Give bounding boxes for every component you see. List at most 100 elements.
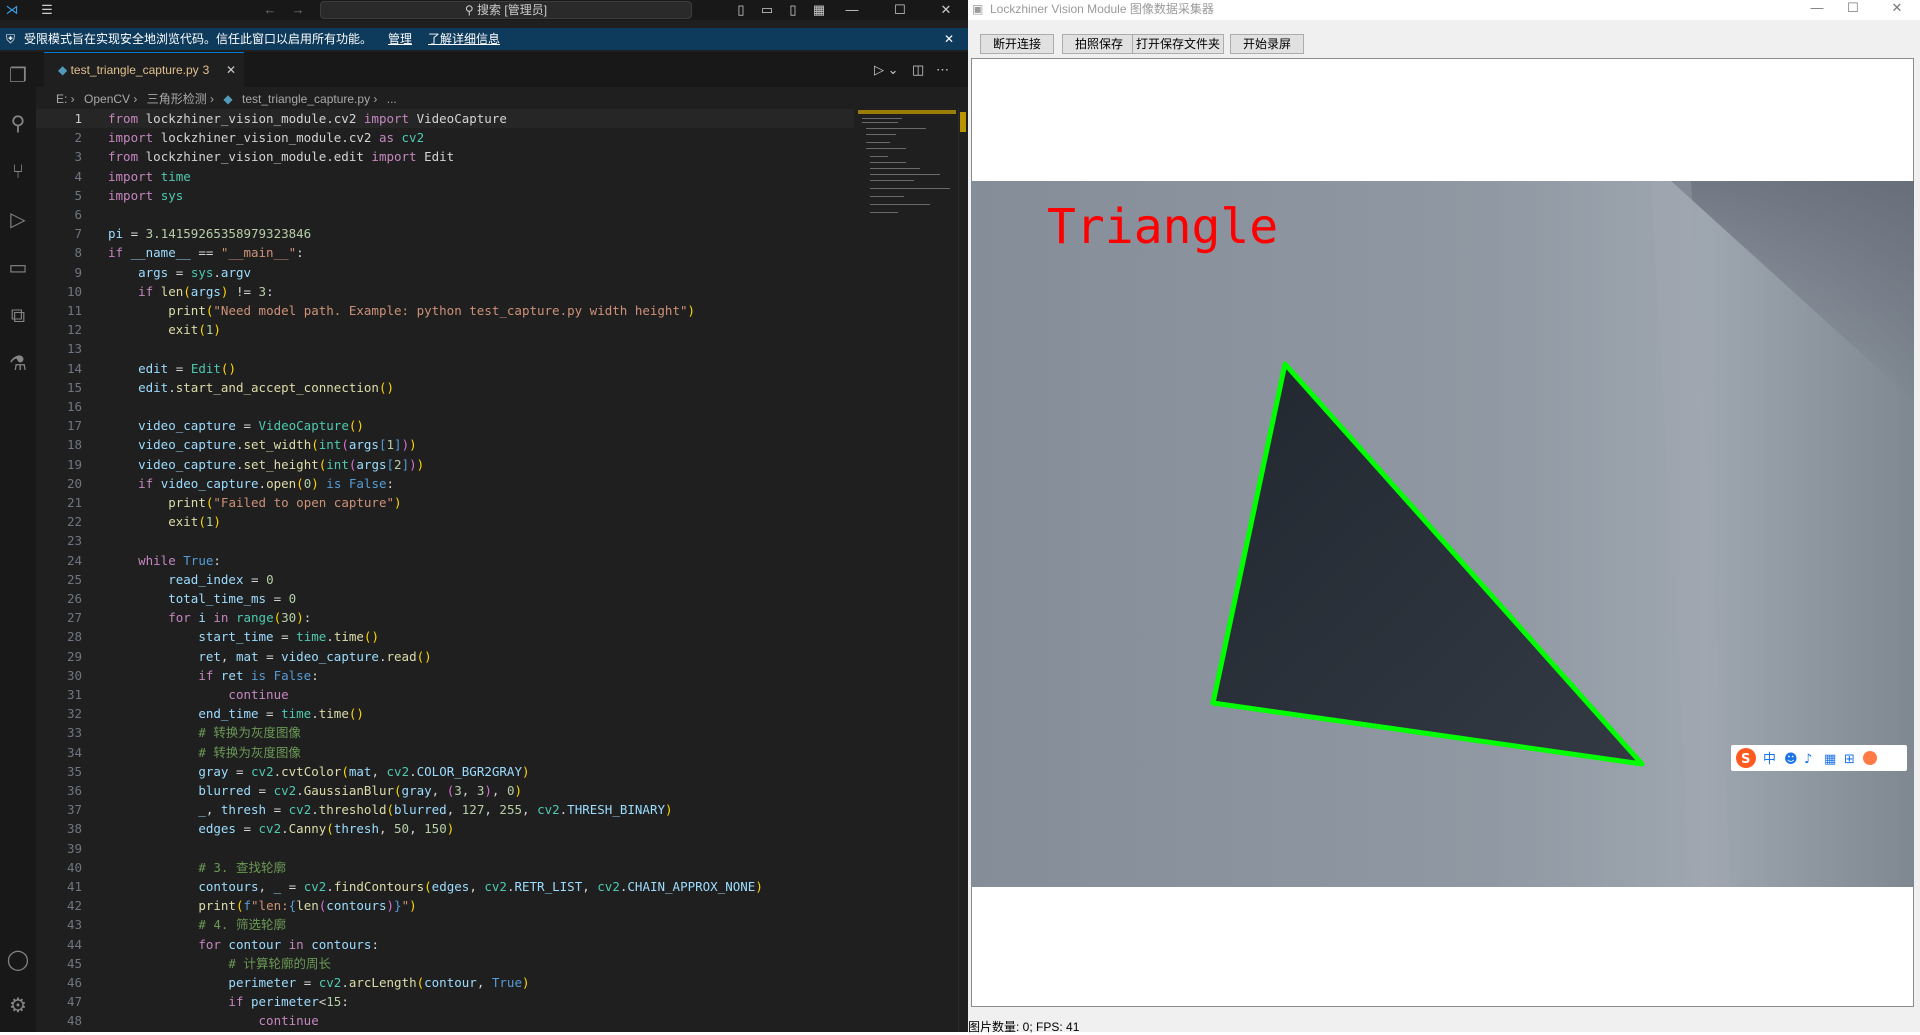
code-line[interactable]: 13 xyxy=(36,339,854,358)
settings-gear-icon[interactable]: ⚙ xyxy=(0,988,36,1024)
breadcrumb-drive[interactable]: E: › xyxy=(56,92,75,106)
run-python-icon[interactable]: ▷ ⌄ xyxy=(874,52,899,87)
toggle-panel-icon[interactable]: ▭ xyxy=(758,0,776,20)
code-line[interactable]: 33 # 转换为灰度图像 xyxy=(36,723,854,742)
breadcrumb-file[interactable]: test_triangle_capture.py › xyxy=(242,92,377,106)
banner-learn-more-link[interactable]: 了解详细信息 xyxy=(428,28,500,50)
ime-chinese-mode[interactable]: 中 xyxy=(1763,752,1776,767)
run-debug-icon[interactable]: ▷ xyxy=(0,202,36,238)
menu-icon[interactable]: ☰ xyxy=(36,0,58,20)
code-line[interactable]: 7 pi = 3.14159265358979323846 xyxy=(36,224,854,243)
code-line[interactable]: 20 if video_capture.open(0) is False: xyxy=(36,474,854,493)
tab-close-icon[interactable]: ✕ xyxy=(226,53,236,88)
code-line[interactable]: 45 # 计算轮廓的周长 xyxy=(36,954,854,973)
code-line[interactable]: 40 # 3. 查找轮廓 xyxy=(36,858,854,877)
extensions-icon[interactable]: ⧉ xyxy=(0,298,36,334)
app-close-icon[interactable]: ✕ xyxy=(1874,0,1920,20)
source-control-icon[interactable]: ⑂ xyxy=(0,154,36,190)
code-text: exit(1) xyxy=(168,322,221,338)
code-line[interactable]: 41 contours, _ = cv2.findContours(edges,… xyxy=(36,877,854,896)
app-maximize-icon[interactable]: ☐ xyxy=(1830,0,1876,20)
code-line[interactable]: 47 if perimeter<15: xyxy=(36,992,854,1011)
code-line[interactable]: 11 print("Need model path. Example: pyth… xyxy=(36,301,854,320)
code-line[interactable]: 17 video_capture = VideoCapture() xyxy=(36,416,854,435)
breadcrumb-opencv[interactable]: OpenCV › xyxy=(84,92,137,106)
code-line[interactable]: 34 # 转换为灰度图像 xyxy=(36,743,854,762)
customize-layout-icon[interactable]: ▦ xyxy=(810,0,828,20)
code-line[interactable]: 14 edit = Edit() xyxy=(36,359,854,378)
code-line[interactable]: 35 gray = cv2.cvtColor(mat, cv2.COLOR_BG… xyxy=(36,762,854,781)
ime-emoji-icon[interactable]: ☻ xyxy=(1784,752,1798,767)
code-editor[interactable]: 1 from lockzhiner_vision_module.cv2 impor… xyxy=(36,108,854,1032)
code-line[interactable]: 25 read_index = 0 xyxy=(36,570,854,589)
ime-toolbar[interactable]: S 中 ☻ ♪ ▦ ⊞ xyxy=(1731,745,1907,771)
toggle-sidebar-icon[interactable]: ▯ xyxy=(732,0,750,20)
code-line[interactable]: 1 from lockzhiner_vision_module.cv2 impor… xyxy=(36,109,854,128)
code-line[interactable]: 32 end_time = time.time() xyxy=(36,704,854,723)
code-line[interactable]: 24 while True: xyxy=(36,551,854,570)
code-line[interactable]: 9 args = sys.argv xyxy=(36,263,854,282)
code-line[interactable]: 38 edges = cv2.Canny(thresh, 50, 150) xyxy=(36,819,854,838)
code-line[interactable]: 44 for contour in contours: xyxy=(36,935,854,954)
search-view-icon[interactable]: ⚲ xyxy=(0,106,36,142)
code-line[interactable]: 43 # 4. 筛选轮廓 xyxy=(36,915,854,934)
code-line[interactable]: 18 video_capture.set_width(int(args[1])) xyxy=(36,435,854,454)
code-line[interactable]: 27 for i in range(30): xyxy=(36,608,854,627)
line-number: 23 xyxy=(66,533,82,549)
ime-keyboard-icon[interactable]: ▦ xyxy=(1824,752,1836,767)
ime-voice-icon[interactable]: ♪ xyxy=(1804,752,1812,767)
close-icon[interactable]: ✕ xyxy=(936,0,956,20)
disconnect-button[interactable]: 断开连接 xyxy=(980,34,1054,54)
breadcrumb-triangle-folder[interactable]: 三角形检测 › xyxy=(147,92,214,106)
code-line[interactable]: 37 _, thresh = cv2.threshold(blurred, 12… xyxy=(36,800,854,819)
code-line[interactable]: 46 perimeter = cv2.arcLength(contour, Tr… xyxy=(36,973,854,992)
code-line[interactable]: 6 xyxy=(36,205,854,224)
code-line[interactable]: 23 xyxy=(36,531,854,550)
code-line[interactable]: 48 continue xyxy=(36,1011,854,1030)
code-line[interactable]: 31 continue xyxy=(36,685,854,704)
code-line[interactable]: 12 exit(1) xyxy=(36,320,854,339)
code-line[interactable]: 30 if ret is False: xyxy=(36,666,854,685)
ime-skin-icon[interactable] xyxy=(1863,751,1877,765)
code-line[interactable]: 5 import sys xyxy=(36,186,854,205)
code-line[interactable]: 21 print("Failed to open capture") xyxy=(36,493,854,512)
code-line[interactable]: 16 xyxy=(36,397,854,416)
open-folder-button[interactable]: 打开保存文件夹 xyxy=(1132,34,1224,54)
more-actions-icon[interactable]: ⋯ xyxy=(936,52,949,87)
toggle-secondary-sidebar-icon[interactable]: ▯ xyxy=(784,0,802,20)
code-line[interactable]: 36 blurred = cv2.GaussianBlur(gray, (3, … xyxy=(36,781,854,800)
banner-close-icon[interactable]: ✕ xyxy=(944,28,954,50)
remote-explorer-icon[interactable]: ▭ xyxy=(0,250,36,286)
ime-apps-icon[interactable]: ⊞ xyxy=(1844,752,1855,767)
minimap[interactable] xyxy=(858,108,958,238)
code-line[interactable]: 22 exit(1) xyxy=(36,512,854,531)
command-center-search[interactable]: ⚲ 搜索 [管理员] xyxy=(320,1,692,19)
back-arrow-icon[interactable]: ← xyxy=(260,0,280,20)
code-line[interactable]: 15 edit.start_and_accept_connection() xyxy=(36,378,854,397)
forward-arrow-icon[interactable]: → xyxy=(288,0,308,20)
capture-save-button[interactable]: 拍照保存 xyxy=(1062,34,1136,54)
code-line[interactable]: 39 xyxy=(36,839,854,858)
tab-test-triangle-capture[interactable]: ◆ test_triangle_capture.py 3 ✕ xyxy=(44,52,244,87)
code-line[interactable]: 42 print(f"len:{len(contours)}") xyxy=(36,896,854,915)
minimize-icon[interactable]: — xyxy=(842,0,862,20)
banner-manage-link[interactable]: 管理 xyxy=(388,28,412,50)
code-line[interactable]: 28 start_time = time.time() xyxy=(36,627,854,646)
code-line[interactable]: 19 video_capture.set_height(int(args[2])… xyxy=(36,455,854,474)
code-line[interactable]: 26 total_time_ms = 0 xyxy=(36,589,854,608)
breadcrumb-symbol[interactable]: ... xyxy=(387,92,397,106)
start-recording-button[interactable]: 开始录屏 xyxy=(1230,34,1304,54)
code-line[interactable]: 10 if len(args) != 3: xyxy=(36,282,854,301)
code-text: if video_capture.open(0) is False: xyxy=(138,475,395,491)
code-line[interactable]: 29 ret, mat = video_capture.read() xyxy=(36,647,854,666)
code-line[interactable]: 2 import lockzhiner_vision_module.cv2 as … xyxy=(36,128,854,147)
maximize-icon[interactable]: ☐ xyxy=(890,0,910,20)
split-editor-icon[interactable]: ◫ xyxy=(912,52,924,87)
account-icon[interactable]: ◯ xyxy=(0,942,36,978)
editor-scrollbar[interactable] xyxy=(958,108,968,1032)
testing-icon[interactable]: ⚗ xyxy=(0,346,36,382)
code-line[interactable]: 4 import time xyxy=(36,167,854,186)
code-line[interactable]: 8 if __name__ == "__main__": xyxy=(36,243,854,262)
code-line[interactable]: 3 from lockzhiner_vision_module.edit impo… xyxy=(36,147,854,166)
explorer-icon[interactable]: ❐ xyxy=(0,58,36,94)
